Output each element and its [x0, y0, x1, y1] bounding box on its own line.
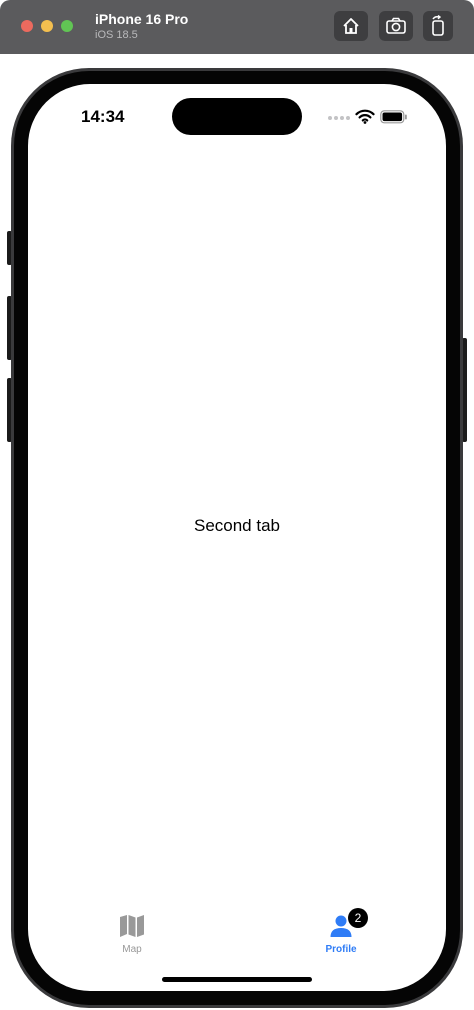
status-time: 14:34 [81, 107, 125, 126]
tab-map-label: Map [122, 944, 142, 955]
device-name: iPhone 16 Pro [95, 11, 189, 27]
profile-badge: 2 [348, 908, 368, 928]
signal-dots-icon [328, 116, 350, 120]
home-icon [343, 18, 359, 34]
phone-screen: 14:34 Second tab Map 2 Profile [28, 84, 446, 991]
home-button[interactable] [334, 11, 368, 41]
rotate-icon [432, 15, 444, 36]
screenshot-button[interactable] [379, 11, 413, 41]
minimize-window-button[interactable] [41, 20, 53, 32]
os-version: iOS 18.5 [95, 29, 138, 41]
second-tab-label: Second tab [193, 516, 280, 535]
close-window-button[interactable] [21, 20, 33, 32]
tab-profile-label: Profile [325, 944, 357, 955]
tab-profile[interactable]: 2 Profile [301, 908, 381, 955]
home-indicator[interactable] [162, 977, 312, 982]
battery-icon [380, 110, 407, 124]
rotate-button[interactable] [423, 11, 453, 41]
dynamic-island [172, 98, 302, 135]
simulator-title-bar: iPhone 16 Pro iOS 18.5 [0, 0, 474, 54]
camera-icon [386, 17, 406, 34]
map-icon [120, 915, 144, 937]
zoom-window-button[interactable] [61, 20, 73, 32]
wifi-icon [355, 109, 375, 124]
tab-map[interactable]: Map [92, 910, 172, 955]
